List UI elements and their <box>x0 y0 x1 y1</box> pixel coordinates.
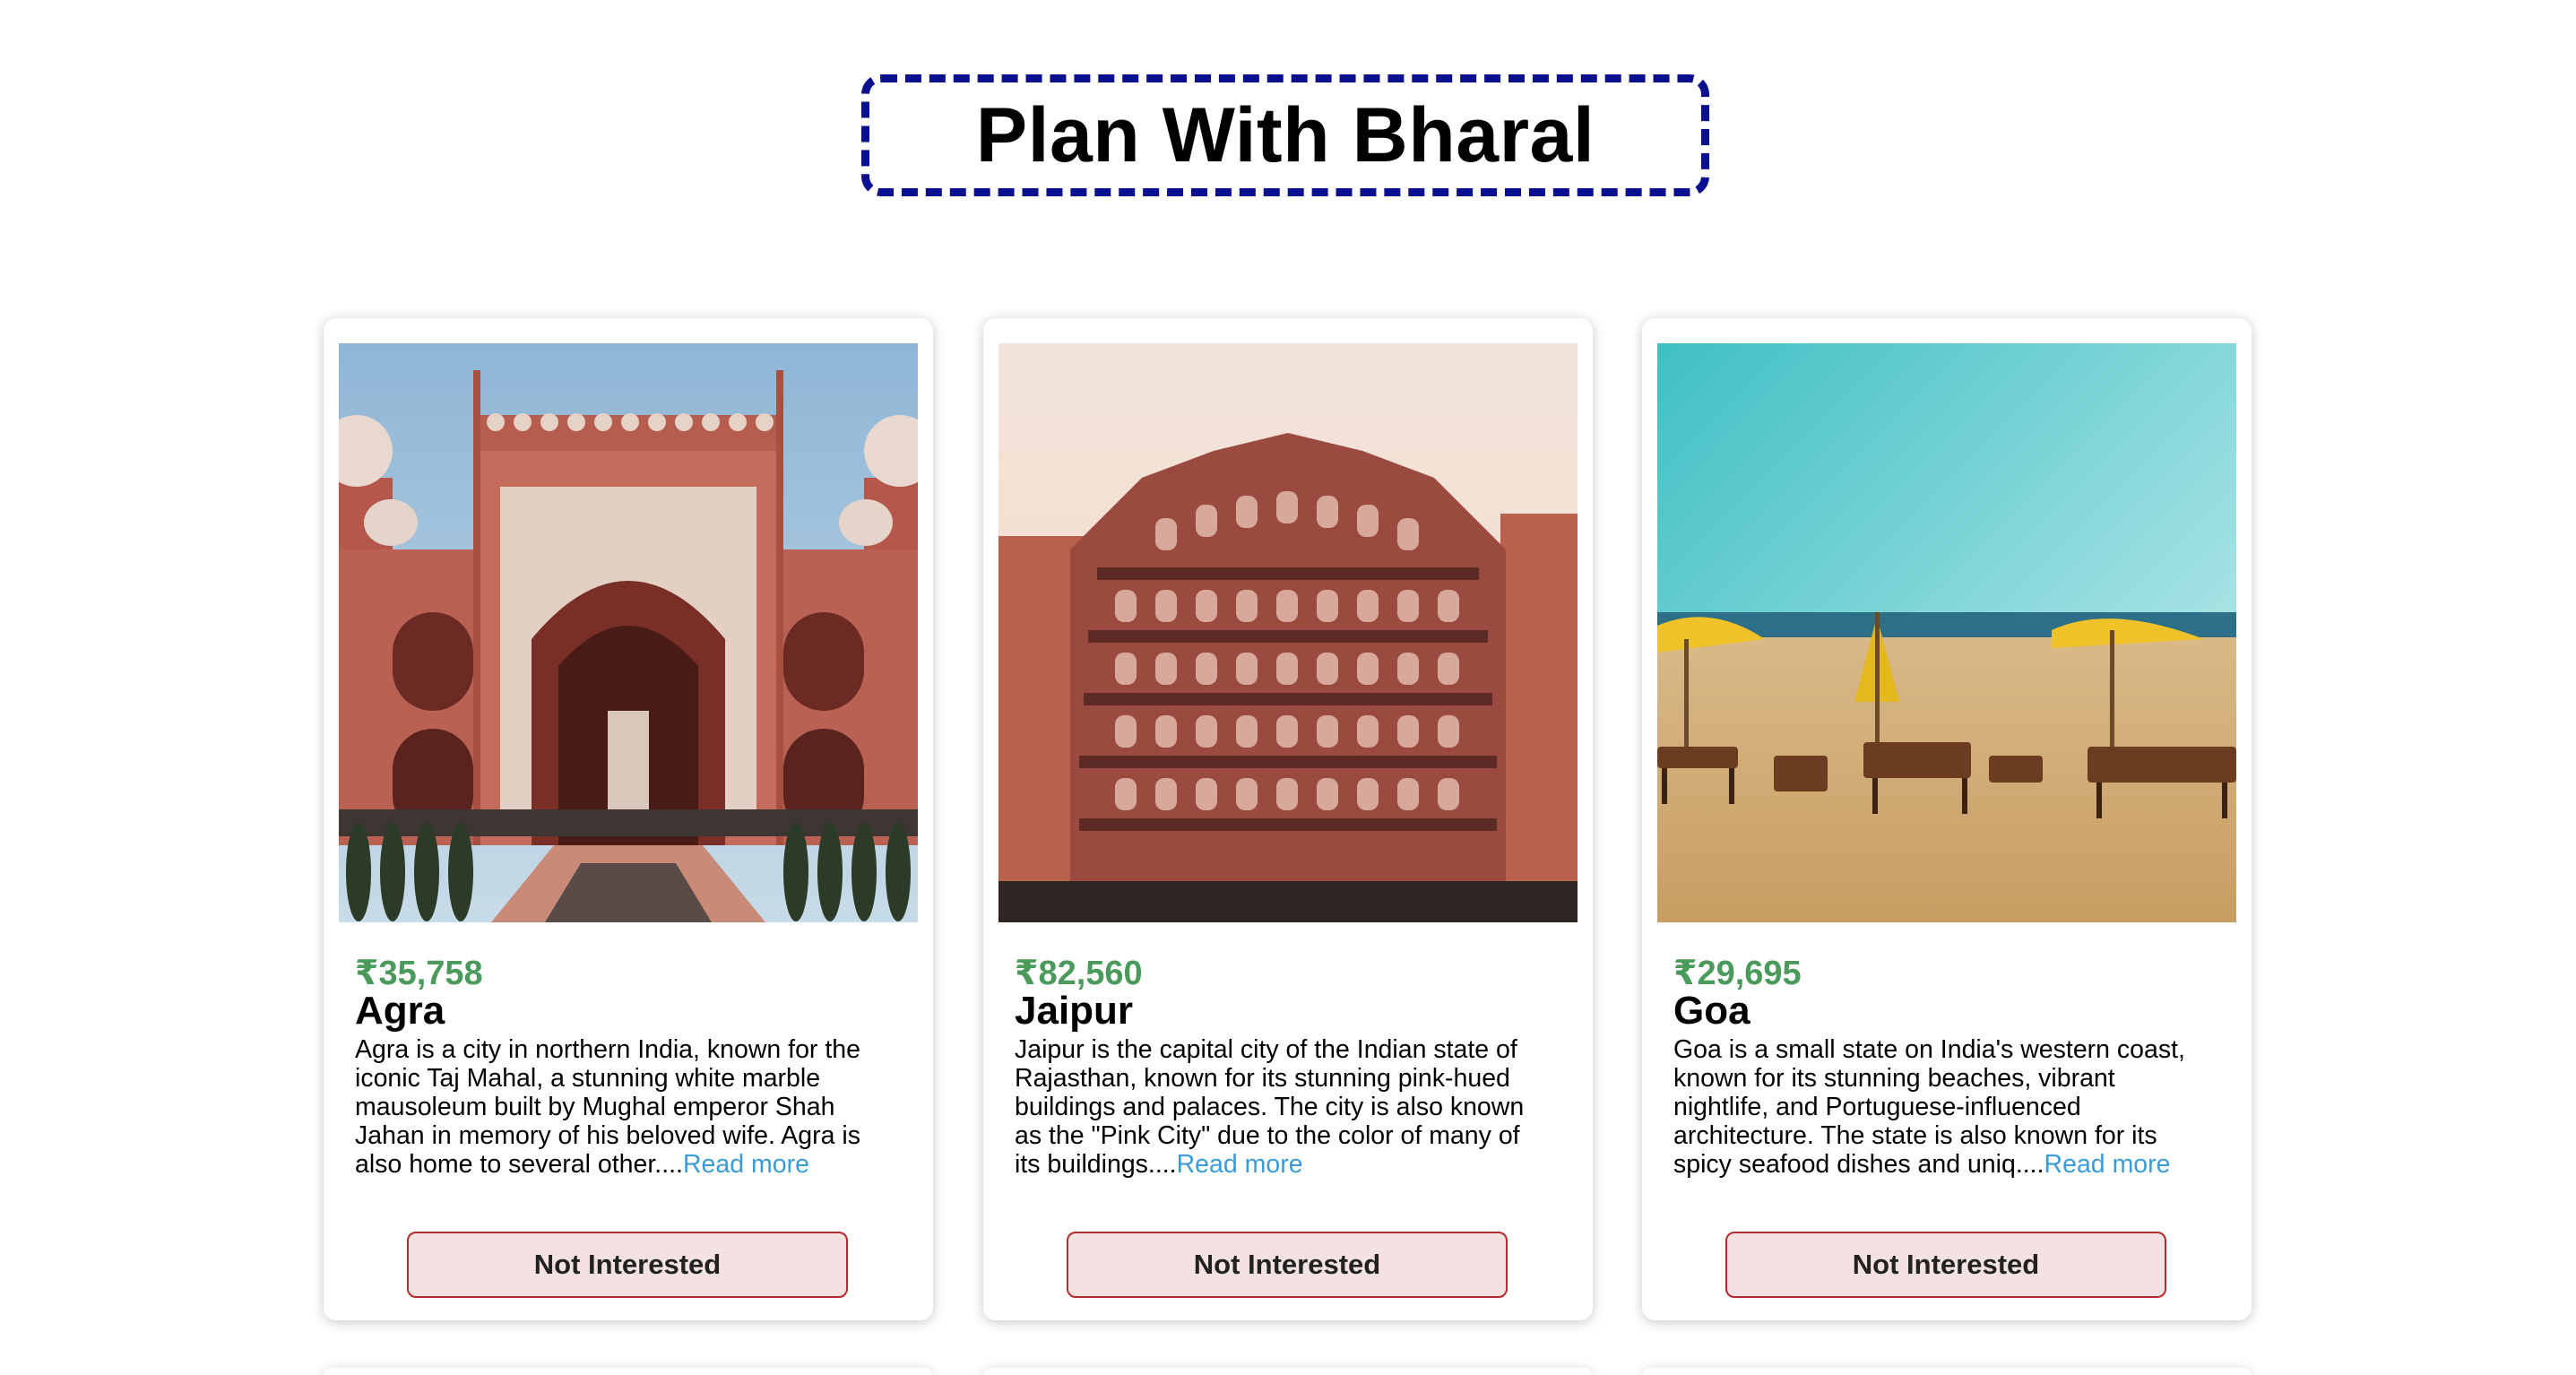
read-more-link[interactable]: Read more <box>683 1150 809 1179</box>
destination-description: Agra is a city in northern India, known … <box>355 1035 893 1179</box>
destination-name: Jaipur <box>1015 989 1134 1033</box>
not-interested-button[interactable]: Not Interested <box>1725 1232 2166 1298</box>
page: Plan With Bharal ₹35,758 Agra Agra is a … <box>0 0 2576 1375</box>
goa-illustration <box>1657 343 2236 922</box>
destination-description: Jaipur is the capital city of the Indian… <box>1015 1035 1552 1179</box>
destination-card-agra: ₹35,758 Agra Agra is a city in northern … <box>324 318 933 1320</box>
destination-name: Goa <box>1673 989 1750 1033</box>
destination-image[interactable] <box>339 343 918 922</box>
price: ₹82,560 <box>1015 955 1143 992</box>
destination-name: Agra <box>355 989 445 1033</box>
destination-image[interactable] <box>998 343 1578 922</box>
page-title-box: Plan With Bharal <box>861 74 1709 196</box>
not-interested-button[interactable]: Not Interested <box>407 1232 848 1298</box>
not-interested-button[interactable]: Not Interested <box>1067 1232 1508 1298</box>
destination-description: Goa is a small state on India's western … <box>1673 1035 2211 1179</box>
destination-card-goa: ₹29,695 Goa Goa is a small state on Indi… <box>1642 318 2252 1320</box>
read-more-link[interactable]: Read more <box>2044 1150 2171 1179</box>
next-row-card <box>1642 1368 2252 1375</box>
next-row-card <box>324 1368 933 1375</box>
next-row-card <box>983 1368 1593 1375</box>
agra-illustration <box>339 343 918 922</box>
destination-image[interactable] <box>1657 343 2236 922</box>
page-title: Plan With Bharal <box>975 91 1595 178</box>
read-more-link[interactable]: Read more <box>1177 1150 1303 1179</box>
destination-card-jaipur: ₹82,560 Jaipur Jaipur is the capital cit… <box>983 318 1593 1320</box>
price: ₹29,695 <box>1673 955 1802 992</box>
jaipur-illustration <box>998 343 1578 922</box>
price: ₹35,758 <box>355 955 483 992</box>
